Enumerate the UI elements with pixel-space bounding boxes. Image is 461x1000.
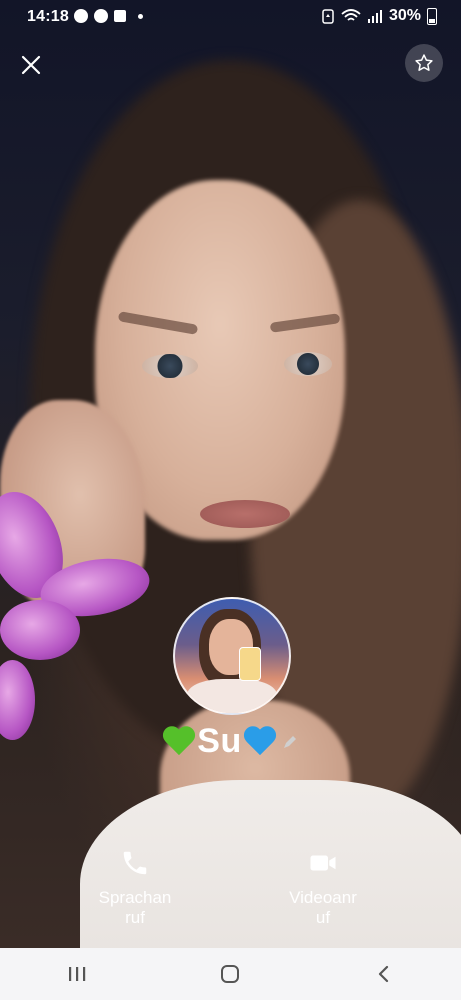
battery-saver-icon [322, 9, 334, 24]
orchid-petal [0, 600, 80, 660]
system-status: 30% [321, 7, 437, 25]
video-call-label: Videoanr uf [289, 888, 357, 927]
video-call-button[interactable]: Videoanr uf [268, 848, 378, 928]
pencil-icon[interactable] [282, 734, 298, 750]
avatar-glass [239, 647, 261, 681]
contact-name: Su [197, 722, 242, 760]
voice-call-button[interactable]: Sprachan ruf [80, 848, 190, 928]
close-button[interactable] [14, 48, 48, 82]
gallery-icon [114, 10, 126, 22]
phone-icon [123, 851, 147, 875]
profile-avatar[interactable] [173, 597, 291, 715]
voice-call-label: Sprachan ruf [98, 888, 172, 927]
favorite-button[interactable] [405, 44, 443, 82]
video-camera-icon [310, 855, 336, 871]
green-heart-emoji: 💚 [163, 727, 195, 757]
profile-background-photo [0, 0, 461, 948]
status-bar: 14:18 30% [0, 0, 461, 36]
recents-button[interactable] [47, 954, 107, 994]
system-navigation-bar [0, 948, 461, 1000]
lips-shape [200, 500, 290, 528]
eye-shape [284, 352, 332, 376]
star-outline-icon [415, 54, 433, 71]
status-time: 14:18 [27, 8, 69, 25]
messenger-icon [74, 9, 88, 23]
battery-percent: 30% [388, 7, 421, 24]
eye-shape [142, 354, 198, 378]
messenger-icon [94, 9, 108, 23]
profile-screen: 14:18 30% Su Sprachan ruf Videoanr uf [0, 0, 461, 1000]
home-button[interactable] [200, 954, 260, 994]
signal-icon [367, 10, 382, 23]
recents-icon [68, 967, 86, 981]
wifi-icon [341, 9, 361, 21]
notification-icons [74, 9, 143, 23]
close-icon [21, 55, 41, 75]
avatar-shirt [187, 679, 277, 713]
home-icon [221, 965, 240, 983]
blue-heart-emoji: 💙 [244, 727, 276, 757]
battery-icon [427, 7, 437, 25]
back-icon [379, 965, 389, 983]
dot-icon [138, 13, 143, 19]
back-button[interactable] [354, 954, 414, 994]
contact-name-row[interactable]: 💚 Su 💙 [0, 722, 461, 761]
